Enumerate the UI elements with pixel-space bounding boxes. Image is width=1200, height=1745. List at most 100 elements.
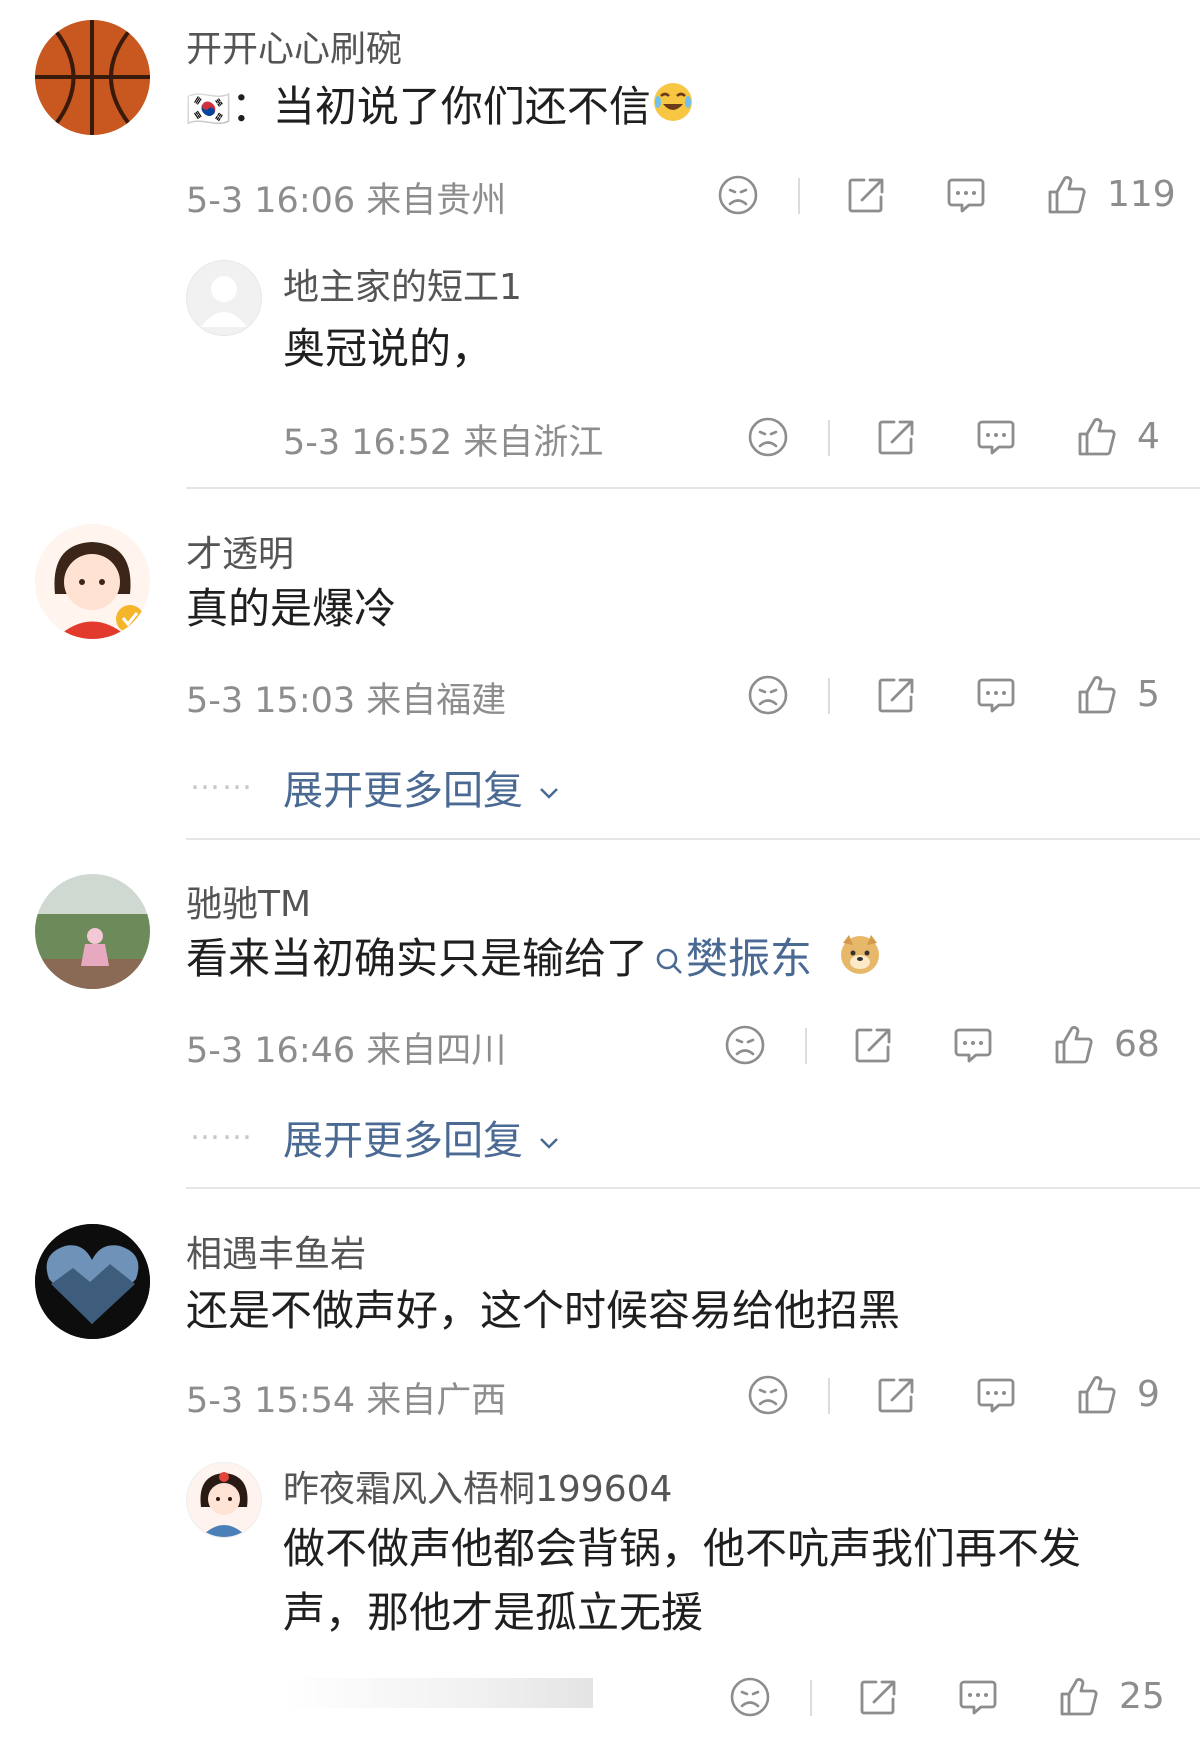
topic-link[interactable]: 樊振东 [648,934,812,983]
girl-avatar-icon [200,1472,248,1537]
like-button[interactable] [1075,670,1119,720]
thumbs-up-icon [1075,415,1119,459]
divider [828,420,830,456]
default-user-icon [201,276,247,327]
share-button[interactable] [844,170,888,220]
sad-face-icon [716,173,760,217]
chevron-down-icon [539,1138,558,1149]
comment-bubble-icon [974,415,1018,459]
dislike-button[interactable] [746,412,790,462]
dislike-button[interactable] [746,670,790,720]
reply-avatar[interactable] [186,1462,262,1538]
reply-actions: 4 [730,412,1170,462]
username[interactable]: 开开心心刷碗 [186,20,402,72]
reply-button[interactable] [944,170,988,220]
reply-username[interactable]: 地主家的短工1 [283,258,522,310]
username[interactable]: 才透明 [186,525,294,577]
comment-actions: 119 [700,170,1176,220]
avatar[interactable] [35,874,150,989]
laugh-cry-emoji-icon [651,80,695,139]
expand-replies-link[interactable]: 展开更多回复 [283,758,562,816]
like-count: 5 [1137,674,1160,715]
comment-meta: 5-3 15:54 来自广西 [186,1381,507,1421]
share-button[interactable] [874,1370,918,1420]
reply-button[interactable] [974,412,1018,462]
reply-button[interactable] [974,670,1018,720]
like-button[interactable] [1052,1020,1096,1070]
sad-face-icon [746,415,790,459]
comment-divider [186,838,1200,840]
dislike-button[interactable] [716,170,760,220]
sad-face-icon [746,673,790,717]
chevron-down-icon [539,788,558,799]
divider [828,678,830,714]
search-icon [656,948,682,974]
reply-text: 奥冠说的， [283,324,494,373]
thumbs-up-icon [1075,673,1119,717]
like-button[interactable] [1075,1370,1119,1420]
share-icon [844,173,888,217]
divider [810,1680,812,1716]
landscape-avatar-icon [35,874,150,989]
share-button[interactable] [874,670,918,720]
comment-bubble-icon [974,673,1018,717]
sad-face-icon [746,1373,790,1417]
share-button[interactable] [874,412,918,462]
share-button[interactable] [851,1020,895,1070]
comment-text: 还是不做声好，这个时候容易给他招黑 [186,1286,901,1335]
reply-actions: 25 [712,1672,1167,1722]
reply-username[interactable]: 昨夜霜风入梧桐199604 [283,1460,672,1512]
reply-meta-blurred [283,1678,593,1708]
expand-replies-link[interactable]: 展开更多回复 [283,1108,562,1166]
dislike-button[interactable] [728,1672,772,1722]
sad-face-icon [728,1675,772,1719]
reply-avatar[interactable] [186,260,262,336]
thumbs-up-icon [1057,1675,1101,1719]
like-count: 9 [1137,1374,1160,1415]
divider [798,178,800,214]
username[interactable]: 驰驰TM [186,875,311,927]
avatar[interactable] [35,1224,150,1339]
share-icon [851,1023,895,1067]
like-button[interactable] [1057,1672,1101,1722]
korea-flag-emoji: 🇰🇷 [186,89,231,130]
like-count: 68 [1114,1024,1160,1065]
avatar[interactable] [35,20,150,135]
reply-button[interactable] [974,1370,1018,1420]
comment-text: 看来当初确实只是输给了 樊振东 [186,930,883,992]
avatar[interactable] [35,524,150,639]
comment-actions: 5 [730,670,1170,720]
reply-button[interactable] [951,1020,995,1070]
comment-divider [186,1187,1200,1189]
dislike-button[interactable] [723,1020,767,1070]
girl-avatar-icon [35,524,150,639]
comment-divider [186,487,1200,489]
reply-text-line: 做不做声他都会背锅，他不吭声我们再不发 [283,1524,1082,1573]
comment-text: 🇰🇷：当初说了你们还不信 [186,78,695,139]
comment-bubble-icon [974,1373,1018,1417]
sad-face-icon [723,1023,767,1067]
comment-meta: 5-3 15:03 来自福建 [186,681,507,721]
comment-actions: 68 [707,1020,1167,1070]
comment-meta: 5-3 16:06 来自贵州 [186,181,507,221]
comment-meta: 5-3 16:46 来自四川 [186,1031,507,1071]
like-count: 25 [1119,1676,1165,1717]
comment-bubble-icon [956,1675,1000,1719]
like-button[interactable] [1045,170,1089,220]
share-icon [856,1675,900,1719]
share-icon [874,1373,918,1417]
reply-text-line: 声，那他才是孤立无援 [283,1588,704,1637]
username[interactable]: 相遇丰鱼岩 [186,1225,366,1277]
like-count: 4 [1137,416,1160,457]
dislike-button[interactable] [746,1370,790,1420]
comment-text: 真的是爆冷 [186,584,397,633]
share-button[interactable] [856,1672,900,1722]
doge-emoji-icon [837,931,883,992]
share-icon [874,415,918,459]
reply-button[interactable] [956,1672,1000,1722]
share-icon [874,673,918,717]
comment-actions: 9 [730,1370,1170,1420]
thumbs-up-icon [1075,1373,1119,1417]
divider [805,1028,807,1064]
like-button[interactable] [1075,412,1119,462]
